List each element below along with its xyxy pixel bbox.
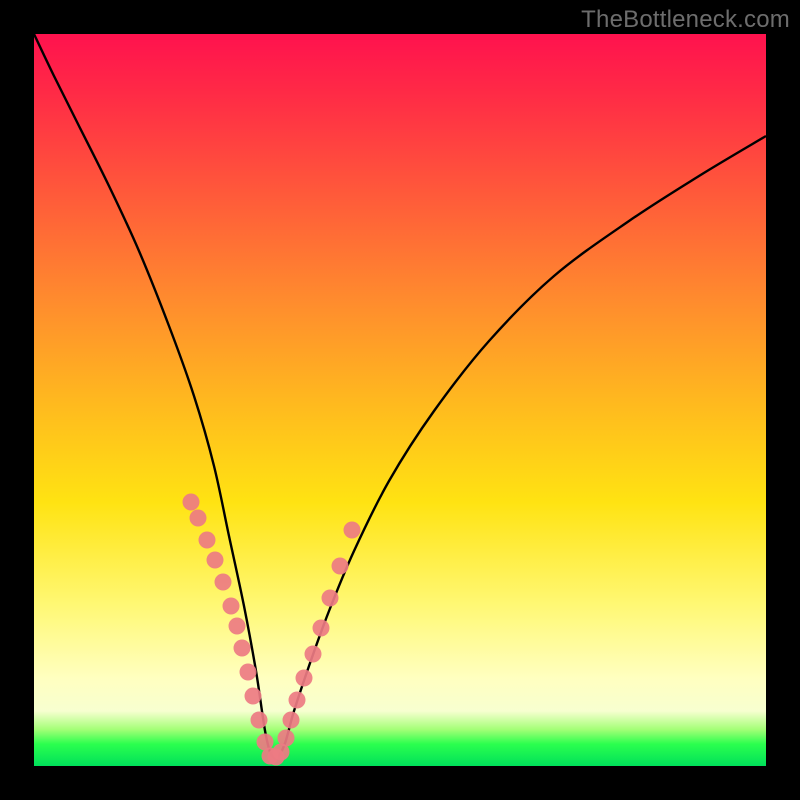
curve-markers <box>183 494 361 766</box>
marker-dot <box>305 646 322 663</box>
marker-dot <box>190 510 207 527</box>
marker-dot <box>240 664 257 681</box>
marker-dot <box>245 688 262 705</box>
marker-dot <box>344 522 361 539</box>
marker-dot <box>207 552 224 569</box>
marker-dot <box>223 598 240 615</box>
plot-area <box>34 34 766 766</box>
marker-dot <box>229 618 246 635</box>
marker-dot <box>283 712 300 729</box>
marker-dot <box>322 590 339 607</box>
marker-dot <box>313 620 330 637</box>
bottleneck-curve <box>34 34 766 758</box>
marker-dot <box>215 574 232 591</box>
curve-layer <box>34 34 766 766</box>
marker-dot <box>296 670 313 687</box>
marker-dot <box>251 712 268 729</box>
marker-dot <box>332 558 349 575</box>
marker-dot <box>273 744 290 761</box>
marker-dot <box>289 692 306 709</box>
chart-frame: TheBottleneck.com <box>0 0 800 800</box>
marker-dot <box>234 640 251 657</box>
watermark-text: TheBottleneck.com <box>581 6 790 34</box>
marker-dot <box>199 532 216 549</box>
marker-dot <box>183 494 200 511</box>
